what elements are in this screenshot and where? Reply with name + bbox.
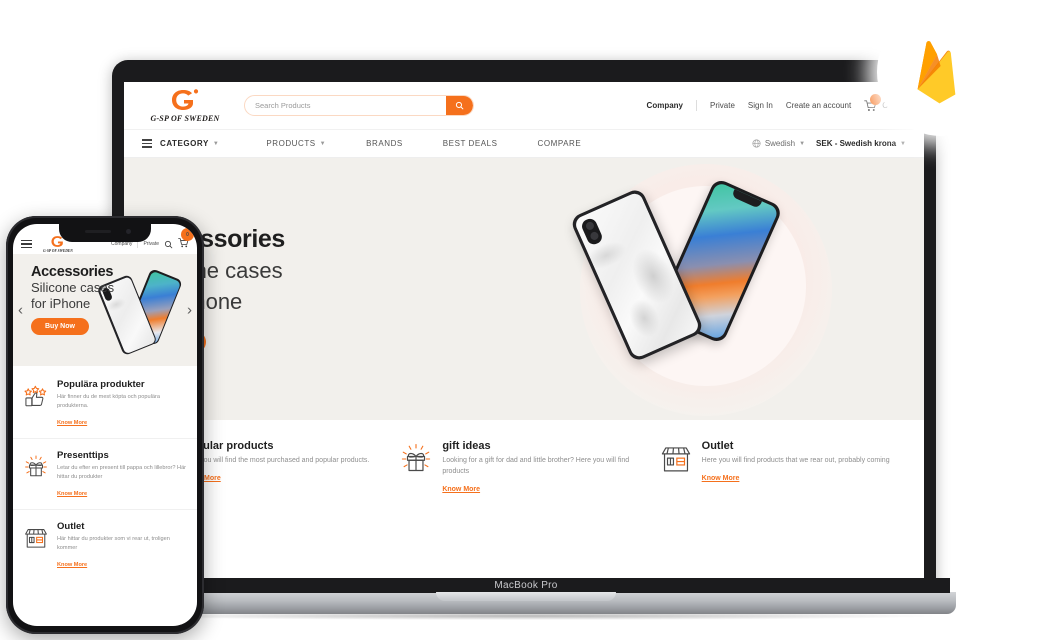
mobile-hero-title: Accessories (31, 264, 114, 280)
nav-item-compare[interactable]: COMPARE (538, 139, 582, 148)
currency-label: SEK - Swedish krona (816, 139, 897, 148)
mobile-cart-button[interactable]: 0 (178, 228, 194, 253)
laptop-base-notch (436, 592, 616, 601)
hamburger-icon[interactable] (21, 239, 32, 249)
chevron-down-icon: ▼ (212, 140, 220, 147)
mobile-feature-title: Presenttips (57, 449, 109, 461)
link-create-account[interactable]: Create an account (786, 101, 851, 110)
nav-item-brands[interactable]: BRANDS (366, 139, 403, 148)
laptop-screen: G-SP OF SWEDEN Company (124, 82, 924, 578)
gsp-logo-icon (170, 88, 200, 112)
nav-item-products[interactable]: PRODUCTS ▼ (266, 139, 326, 148)
mobile-feature-outlet[interactable]: Outlet Här hittar du produkter som vi re… (13, 510, 197, 580)
laptop-bottom-bezel: MacBook Pro (102, 578, 950, 593)
main-nav: CATEGORY ▼ PRODUCTS ▼ BRANDS BEST DEALS (124, 130, 924, 158)
feature-card-outlet[interactable]: Outlet Here you will find products that … (659, 440, 908, 496)
search-icon (455, 101, 464, 110)
screenshot-canvas: G-SP OF SWEDEN Company (0, 0, 1041, 640)
brand-name: G-SP OF SWEDEN (150, 114, 220, 123)
phone-screen: G-SP OF SWEDEN Company Private 0 ‹ › Acc… (13, 224, 197, 626)
currency-selector[interactable]: SEK - Swedish krona ▼ (816, 139, 906, 148)
link-sign-in[interactable]: Sign In (748, 101, 773, 110)
know-more-link[interactable]: Know More (702, 475, 740, 482)
mobile-hero-copy: Accessories Silicone cases for iPhone Bu… (31, 264, 155, 336)
mobile-hero-line1: Silicone cases (31, 280, 115, 296)
nav-label: CATEGORY (160, 139, 209, 148)
mobile-feature-description: Här hittar du produkter som vi rear ut, … (57, 535, 170, 551)
search-icon[interactable] (164, 240, 173, 249)
hamburger-icon (142, 139, 152, 148)
globe-icon (752, 139, 761, 148)
search-input[interactable] (245, 96, 446, 115)
hero-banner: Accessories Silicone cases for iPhone Bu… (124, 158, 924, 420)
carousel-prev-button[interactable]: ‹ (18, 303, 23, 318)
laptop-mockup: G-SP OF SWEDEN Company (112, 60, 936, 590)
chevron-down-icon: ▼ (319, 140, 327, 147)
mobile-buy-now-button[interactable]: Buy Now (31, 318, 89, 336)
mobile-feature-description: Letar du efter en present till pappa och… (57, 464, 187, 480)
firebase-logo (917, 41, 956, 104)
mobile-feature-description: Här finner du de mest köpta och populära… (57, 394, 160, 409)
chevron-down-icon: ▼ (799, 140, 806, 147)
carousel-next-button[interactable]: › (187, 303, 192, 318)
search-button[interactable] (446, 96, 473, 115)
thumbs-up-stars-icon (23, 383, 49, 409)
hero-product-image (558, 158, 888, 420)
nav-item-best-deals[interactable]: BEST DEALS (443, 139, 498, 148)
feature-cards: popular products Here you will find the … (124, 420, 924, 496)
know-more-link[interactable]: Know More (57, 562, 87, 568)
language-selector[interactable]: Swedish ▼ (752, 139, 805, 148)
laptop-model-label: MacBook Pro (494, 580, 558, 591)
feature-card-gift-ideas[interactable]: gift ideas Looking for a gift for dad an… (399, 440, 648, 496)
feature-description: Looking for a gift for dad and little br… (442, 457, 630, 475)
gift-box-icon (23, 454, 49, 480)
cart-badge (870, 93, 882, 105)
mobile-feature-title: Outlet (57, 520, 85, 532)
feature-description: Here you will find products that we rear… (701, 457, 890, 464)
nav-label: COMPARE (537, 139, 582, 148)
nav-label: PRODUCTS (266, 139, 316, 148)
header-links: Company Private Sign In Create an accoun… (647, 93, 906, 112)
feature-title: popular products (183, 440, 274, 452)
feature-title: Outlet (701, 440, 734, 452)
mobile-hero-banner: ‹ › Accessories Silicone cases for iPhon… (13, 254, 197, 366)
chevron-down-icon: ▼ (900, 140, 906, 147)
nav-right-group: Swedish ▼ SEK - Swedish krona ▼ (752, 139, 906, 148)
feature-title: gift ideas (442, 440, 491, 452)
site-header: G-SP OF SWEDEN Company (124, 82, 924, 130)
gift-box-icon (399, 442, 433, 476)
search-bar[interactable] (244, 95, 474, 116)
phone-front-camera (126, 229, 131, 234)
know-more-link[interactable]: Know More (57, 420, 87, 426)
mobile-feature-list: Populära produkter Här finner du de mest… (13, 366, 197, 580)
storefront-icon (659, 442, 693, 476)
firebase-badge (877, 8, 1005, 136)
phone-mockup: G-SP OF SWEDEN Company Private 0 ‹ › Acc… (6, 216, 204, 634)
link-private[interactable]: Private (710, 101, 735, 110)
mobile-hero-line2: for iPhone (31, 295, 91, 311)
nav-label: BRANDS (366, 139, 403, 148)
website-desktop: G-SP OF SWEDEN Company (124, 82, 924, 578)
mobile-brand-name: G-SP OF SWEDEN (43, 249, 73, 253)
mobile-feature-popular-products[interactable]: Populära produkter Här finner du de mest… (13, 368, 197, 439)
mobile-cart-count: 0 (181, 228, 194, 241)
brand-logo[interactable]: G-SP OF SWEDEN (142, 88, 228, 123)
phone-speaker (85, 230, 111, 233)
nav-label: BEST DEALS (442, 139, 498, 148)
nav-item-category[interactable]: CATEGORY ▼ (142, 139, 219, 148)
divider (696, 100, 697, 111)
link-company[interactable]: Company (647, 101, 683, 110)
know-more-link[interactable]: Know More (442, 486, 480, 493)
mobile-feature-title: Populära produkter (57, 379, 145, 390)
mobile-feature-gift-ideas[interactable]: Presenttips Letar du efter en present ti… (13, 439, 197, 510)
mobile-link-private[interactable]: Private (143, 241, 159, 247)
language-label: Swedish (764, 139, 796, 148)
feature-description: Here you will find the most purchased an… (183, 457, 370, 464)
phone-notch (59, 224, 151, 242)
know-more-link[interactable]: Know More (57, 491, 87, 497)
storefront-icon (23, 525, 49, 551)
